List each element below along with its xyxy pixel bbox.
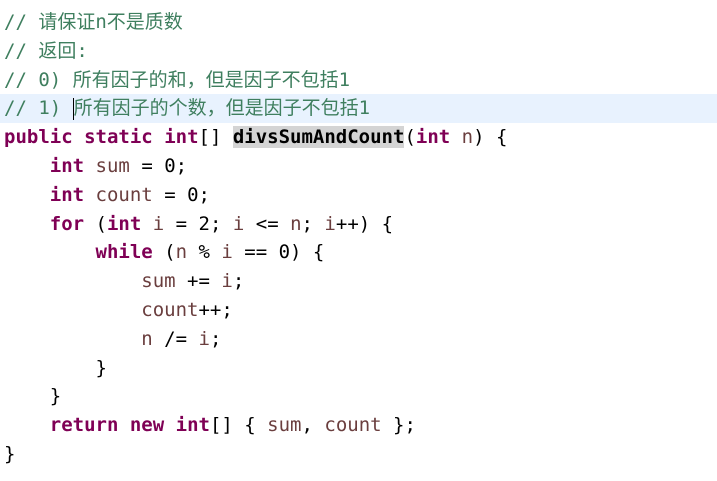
array-brackets: [] (198, 126, 233, 149)
keyword-int: int (415, 126, 451, 149)
close-brace: } (49, 385, 62, 408)
keyword-int: int (164, 126, 199, 149)
var-count: count (324, 414, 382, 437)
keyword-while: while (95, 241, 153, 264)
var-count: count (95, 183, 153, 206)
keyword-int: int (175, 414, 210, 437)
code-line-16: } (0, 440, 717, 469)
code-line-7: int count = 0; (0, 181, 717, 210)
punct: ; (301, 212, 325, 235)
code-editor[interactable]: // 请保证n不是质数 // 返回: // 0) 所有因子的和，但是因子不包括1… (0, 0, 717, 481)
assign-zero: = 0; (152, 183, 210, 206)
punct: == 0) { (232, 241, 325, 264)
var-n: n (175, 241, 188, 264)
keyword-int: int (49, 154, 85, 177)
var-i: i (221, 241, 233, 264)
close-brace: } (95, 356, 107, 379)
param-n: n (461, 126, 474, 149)
code-line-6: int sum = 0; (0, 152, 717, 181)
code-line-1: // 请保证n不是质数 (0, 8, 717, 37)
var-sum: sum (95, 154, 130, 177)
var-n: n (141, 327, 153, 350)
keyword-for: for (49, 212, 85, 235)
punct: += (175, 270, 222, 293)
code-line-13: } (0, 354, 717, 383)
code-line-10: sum += i; (0, 267, 717, 296)
var-i: i (324, 212, 336, 235)
punct: ( (84, 212, 107, 235)
var-count: count (141, 298, 199, 321)
keyword-new: new (129, 414, 165, 437)
code-line-12: n /= i; (0, 325, 717, 354)
comment-text: // 返回: (4, 39, 88, 62)
assign-zero: = 0; (129, 154, 188, 177)
punct: ++) { (335, 212, 394, 235)
close-paren-brace: ) { (473, 126, 508, 149)
punct: }; (381, 414, 416, 437)
code-line-9: while (n % i == 0) { (0, 238, 717, 267)
code-line-3: // 0) 所有因子的和，但是因子不包括1 (0, 66, 717, 95)
var-i: i (198, 327, 210, 350)
punct: ++; (198, 298, 233, 321)
punct: = 2; (164, 212, 233, 235)
open-paren: ( (404, 126, 416, 149)
punct: ; (209, 327, 222, 350)
punct: ( (152, 241, 176, 264)
var-sum: sum (267, 414, 302, 437)
keyword-static: static (84, 126, 153, 149)
code-line-15: return new int[] { sum, count }; (0, 411, 717, 440)
var-i: i (152, 212, 165, 235)
comment-prefix: // 1) (4, 97, 73, 120)
code-line-2: // 返回: (0, 37, 717, 66)
keyword-public: public (4, 126, 73, 149)
close-brace: } (4, 442, 16, 465)
var-n: n (290, 212, 302, 235)
code-line-4-current: // 1) 所有因子的个数，但是因子不包括1 (0, 94, 717, 124)
code-line-14: } (0, 382, 717, 411)
code-line-5: public static int[] divsSumAndCount(int … (0, 123, 717, 152)
var-i: i (221, 270, 233, 293)
var-sum: sum (141, 270, 176, 293)
method-name-highlighted[interactable]: divsSumAndCount (232, 126, 405, 149)
keyword-int: int (49, 183, 85, 206)
punct: [] { (209, 414, 268, 437)
comment-text: // 请保证n不是质数 (4, 11, 183, 33)
punct: , (301, 414, 325, 437)
keyword-int: int (106, 212, 142, 235)
punct: ; (232, 270, 245, 293)
punct: /= (152, 327, 199, 350)
comment-text: // 0) 所有因子的和，但是因子不包括1 (4, 68, 351, 91)
var-i: i (232, 212, 245, 235)
comment-text: 所有因子的个数，但是因子不包括1 (73, 97, 371, 120)
punct: % (187, 241, 222, 264)
keyword-return: return (49, 414, 119, 437)
code-line-8: for (int i = 2; i <= n; i++) { (0, 210, 717, 239)
code-line-11: count++; (0, 296, 717, 325)
punct: <= (244, 212, 291, 235)
